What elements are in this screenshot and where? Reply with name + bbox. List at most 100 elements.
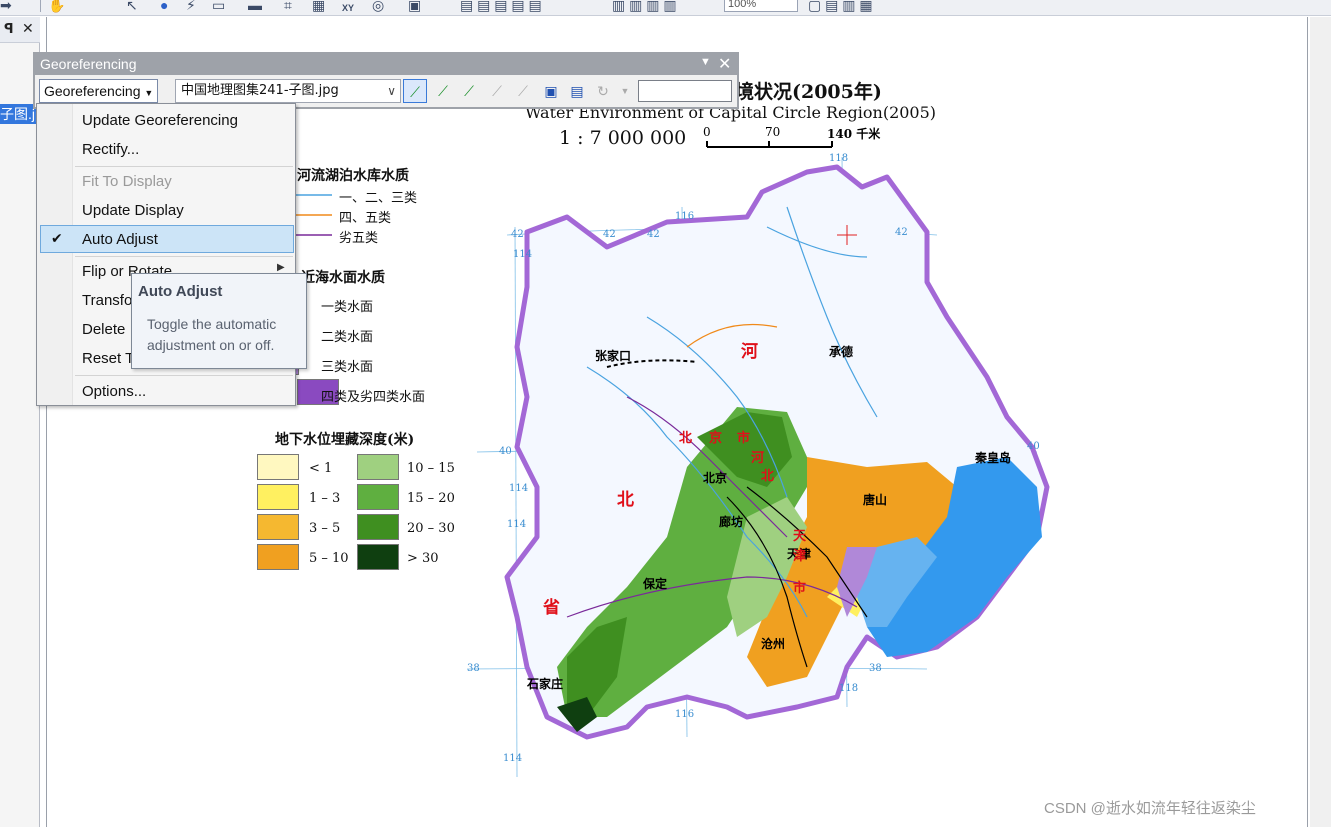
city-label: 保定: [643, 577, 668, 591]
rotate-icon[interactable]: ↻: [591, 79, 615, 103]
legend-sea-item: 二类水面: [321, 330, 374, 345]
city-label: 秦皇岛: [975, 451, 1012, 465]
legend-sea-item: 一类水面: [321, 300, 374, 315]
province-char: 津: [793, 549, 807, 564]
legend-swatch: [357, 544, 399, 570]
zoom-combo[interactable]: 100%: [724, 0, 798, 12]
add-control-points-icon[interactable]: ⟋: [403, 79, 427, 103]
vertical-scrollbar[interactable]: [1310, 17, 1331, 827]
legend-sea-item: 三类水面: [321, 360, 374, 375]
legend-groundwater-item: < 1: [309, 461, 333, 476]
menu-item-options[interactable]: Options...: [82, 383, 146, 400]
editor-tools-icon[interactable]: ▤ ▤ ▤ ▤ ▤: [460, 0, 542, 13]
toolbar-options-dropdown-icon[interactable]: ▼: [700, 56, 711, 68]
menu-item-auto-adjust[interactable]: Auto Adjust: [82, 231, 158, 248]
graticule-label: 114: [507, 519, 527, 530]
menu-item-update-display[interactable]: Update Display: [82, 202, 184, 219]
hyperlink-icon[interactable]: ⚡: [186, 0, 196, 13]
menu-item-transformation[interactable]: Transfo: [82, 292, 132, 309]
close-icon[interactable]: ✕: [22, 20, 34, 37]
city-label: 廊坊: [719, 515, 744, 529]
graticule-label: 38: [869, 663, 882, 674]
city-label: 沧州: [761, 637, 786, 651]
identify-icon[interactable]: ●: [160, 0, 168, 13]
legend-swatch: [357, 454, 399, 480]
legend-rivers-item: 一、二、三类: [339, 191, 418, 206]
province-char: 京: [709, 431, 723, 446]
watermark: CSDN @逝水如流年轻往返染尘: [1044, 800, 1256, 817]
time-slider-icon[interactable]: ◎: [372, 0, 384, 13]
graticule-label: 42: [603, 229, 616, 240]
toolbar-separator: [40, 0, 41, 12]
pin-icon[interactable]: ꟼ: [4, 21, 14, 37]
graticule-label: 42: [647, 229, 660, 240]
menu-separator: [75, 256, 293, 257]
georeferencing-input[interactable]: [638, 80, 732, 102]
legend-swatch: [257, 544, 299, 570]
legend-sea-heading: 近海水面水质: [301, 270, 385, 286]
toc-layer-item[interactable]: 子图.jpg: [0, 104, 36, 124]
graticule-label: 114: [503, 753, 523, 764]
menu-item-fit-to-display[interactable]: Fit To Display: [82, 173, 172, 190]
close-icon[interactable]: ✕: [718, 54, 731, 74]
back-arrow-icon[interactable]: ➡: [0, 0, 12, 13]
chevron-right-icon: ▶: [277, 262, 285, 273]
main-toolbar: ➡ ✋ ↖ ● ⚡ ▭ ▬ ⌗ ▦ XY ◎ ▣ ▤ ▤ ▤ ▤ ▤ ▥ ▥ ▥…: [0, 0, 1331, 16]
menu-item-highlight: [40, 225, 294, 253]
select-link-icon[interactable]: ⟋: [485, 79, 509, 103]
delete-link-icon[interactable]: ⟋: [511, 79, 535, 103]
menu-item-reset-transformation[interactable]: Reset T: [82, 350, 134, 367]
map-scale-text: 1 : 7 000 000: [559, 127, 687, 149]
menu-item-rectify[interactable]: Rectify...: [82, 141, 139, 158]
legend-groundwater-heading: 地下水位埋藏深度(米): [275, 432, 415, 448]
legend-swatch: [257, 484, 299, 510]
graticule-label: 114: [513, 249, 533, 260]
legend-sea-item: 四类及劣四类水面: [321, 390, 426, 405]
menu-separator: [75, 375, 293, 376]
legend-groundwater-item: > 30: [407, 551, 439, 566]
map-title-cn: 境状况(2005年): [735, 81, 882, 103]
menu-item-update-georeferencing[interactable]: Update Georeferencing: [82, 112, 238, 129]
html-popup-icon[interactable]: ▭: [212, 0, 225, 13]
find-icon[interactable]: ⌗: [284, 0, 292, 13]
viewer-icon[interactable]: ▣: [539, 79, 563, 103]
city-label: 北京: [703, 471, 728, 485]
chevron-down-icon: ▼: [144, 88, 154, 98]
georeferencing-menu-button[interactable]: Georeferencing ▼: [39, 79, 159, 103]
find-route-icon[interactable]: ▦: [312, 0, 325, 13]
menu-item-delete-control-points[interactable]: Delete: [82, 321, 125, 338]
province-char: 北: [617, 490, 634, 510]
georeferencing-titlebar[interactable]: Georeferencing ▼ ✕: [35, 54, 737, 75]
graticule-label: 118: [839, 683, 859, 694]
hand-icon[interactable]: ✋: [48, 0, 65, 13]
menu-icon-gutter: [37, 104, 73, 405]
legend-groundwater-item: 20 – 30: [407, 521, 455, 536]
tooltip-title: Auto Adjust: [138, 283, 223, 300]
province-char: 天: [793, 529, 807, 544]
go-to-xy-icon[interactable]: XY: [342, 0, 354, 15]
georeferencing-title: Georeferencing: [40, 56, 137, 72]
legend-groundwater-item: 3 – 5: [309, 521, 341, 536]
scale-tick-label: 70: [765, 125, 781, 139]
measure-icon[interactable]: ▬: [248, 0, 262, 13]
create-viewer-icon[interactable]: ▣: [408, 0, 421, 13]
tooltip-body: Toggle the automatic adjustment on or of…: [147, 316, 277, 353]
legend-swatch: [257, 514, 299, 540]
graticule-label: 118: [829, 153, 849, 164]
view-tools-icon[interactable]: ▢ ▤ ▥ ▦: [808, 0, 873, 13]
layer-select[interactable]: 中国地理图集241-子图.jpg ∨: [175, 79, 401, 103]
legend-rivers-item: 四、五类: [339, 211, 392, 226]
layout-tools-icon[interactable]: ▥ ▥ ▥ ▥: [612, 0, 677, 13]
graticule-label: 40: [1027, 441, 1040, 452]
graticule-label: 42: [511, 229, 524, 240]
legend-rivers-item: 劣五类: [339, 231, 379, 246]
select-arrow-icon[interactable]: ↖: [126, 0, 138, 13]
add-control-points-link-icon[interactable]: ⟋: [457, 79, 481, 103]
legend-groundwater-item: 10 – 15: [407, 461, 455, 476]
province-char: 河: [741, 342, 758, 362]
province-char: 市: [793, 581, 807, 596]
georeferencing-menu-label: Georeferencing: [44, 83, 141, 99]
link-table-icon[interactable]: ▤: [565, 79, 589, 103]
add-control-points-alt-icon[interactable]: ⟋: [431, 79, 455, 103]
chevron-down-icon[interactable]: ▼: [613, 79, 637, 103]
